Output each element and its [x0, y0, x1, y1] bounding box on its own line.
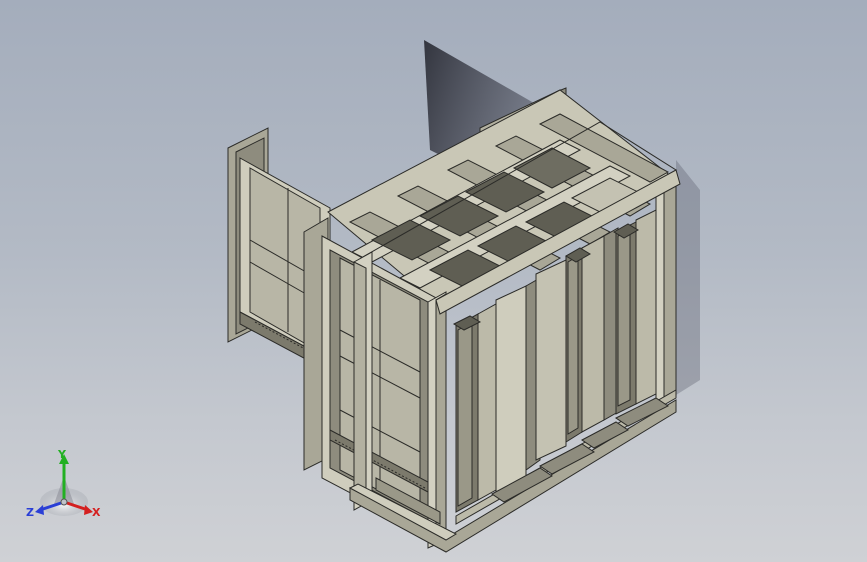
model-view[interactable]	[0, 0, 867, 562]
z-axis-label: Z	[26, 506, 34, 519]
coordinate-triad[interactable]: Y X Z	[22, 448, 106, 524]
y-axis-label: Y	[57, 448, 67, 461]
x-axis-label: X	[92, 506, 101, 519]
graphics-viewport[interactable]: Y X Z	[0, 0, 867, 562]
